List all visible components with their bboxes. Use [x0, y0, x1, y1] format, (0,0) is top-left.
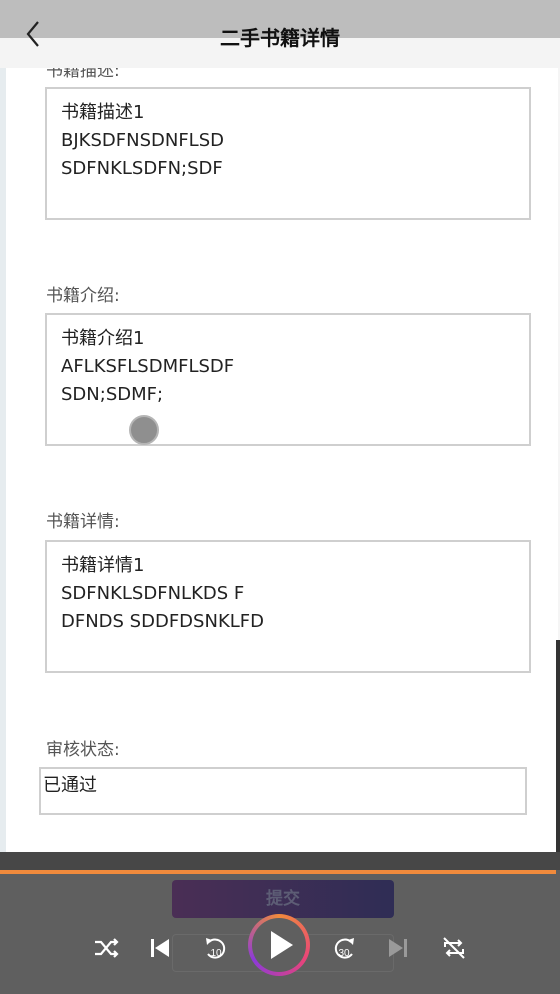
- forward-button[interactable]: 30: [326, 930, 362, 966]
- scrollbar[interactable]: [556, 640, 560, 860]
- description-line: SDFNKLSDFN;SDF: [61, 158, 223, 179]
- media-player-overlay: 提交 取消 10 30: [0, 852, 560, 994]
- header: 二手书籍详情: [0, 0, 560, 68]
- rewind-icon: 10: [206, 938, 226, 959]
- previous-button[interactable]: [142, 930, 178, 966]
- intro-line: AFLKSFLSDMFLSDF: [61, 356, 235, 377]
- description-line: 书籍描述1: [61, 102, 145, 123]
- repeat-off-icon: [443, 937, 465, 959]
- forward-seconds: 30: [338, 948, 350, 959]
- play-icon: [271, 931, 293, 959]
- skip-previous-icon: [151, 939, 169, 957]
- submit-button[interactable]: 提交: [172, 880, 394, 918]
- intro-line: 书籍介绍1: [61, 328, 145, 349]
- next-button[interactable]: [380, 930, 416, 966]
- touch-indicator: [129, 415, 159, 445]
- description-line: BJKSDFNSDNFLSD: [61, 130, 224, 151]
- playback-progress-bar[interactable]: [0, 870, 556, 874]
- details-textbox[interactable]: 书籍详情1 SDFNKLSDFNLKDS F DFNDS SDDFDSNKLFD: [45, 540, 531, 673]
- intro-textbox[interactable]: 书籍介绍1 AFLKSFLSDMFLSDF SDN;SDMF;: [45, 313, 531, 446]
- description-textbox[interactable]: 书籍描述1 BJKSDFNSDNFLSD SDFNKLSDFN;SDF: [45, 87, 531, 220]
- rewind-button[interactable]: 10: [198, 930, 234, 966]
- rewind-seconds: 10: [210, 948, 222, 959]
- intro-line: SDN;SDMF;: [61, 384, 164, 405]
- review-status-label: 审核状态:: [46, 740, 120, 760]
- skip-next-icon: [389, 939, 407, 957]
- details-line: DFNDS SDDFDSNKLFD: [61, 611, 264, 632]
- repeat-button[interactable]: [436, 930, 472, 966]
- details-label: 书籍详情:: [46, 512, 120, 532]
- fast-forward-icon: 30: [334, 938, 354, 959]
- details-line: 书籍详情1: [61, 555, 145, 576]
- intro-label: 书籍介绍:: [46, 286, 120, 306]
- shuffle-icon: [95, 938, 119, 958]
- details-line: SDFNKLSDFNLKDS F: [61, 583, 245, 604]
- play-button[interactable]: [248, 914, 310, 976]
- page-title: 二手书籍详情: [220, 26, 340, 50]
- overlay-top-band: [0, 852, 560, 870]
- shuffle-button[interactable]: [88, 930, 124, 966]
- review-status-field[interactable]: 已通过: [39, 767, 527, 815]
- page: 书籍描述: 书籍描述1 BJKSDFNSDNFLSD SDFNKLSDFN;SD…: [6, 0, 558, 994]
